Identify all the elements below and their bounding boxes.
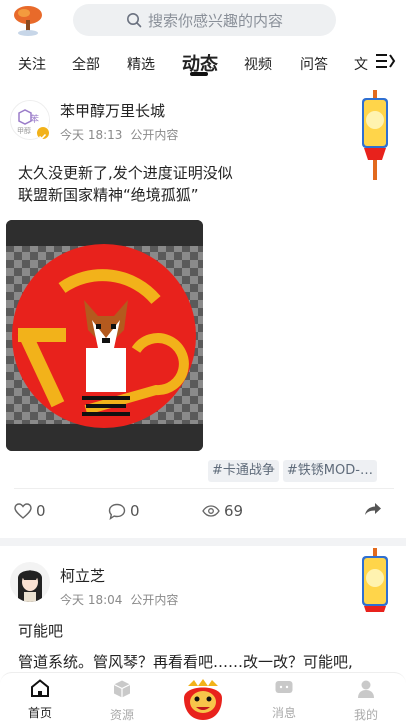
active-tab-indicator bbox=[190, 72, 208, 76]
post-visibility: 公开内容 bbox=[130, 593, 179, 607]
post-actions: 0 0 69 bbox=[0, 502, 406, 528]
tab-following[interactable]: 关注 bbox=[18, 54, 46, 74]
post-image[interactable] bbox=[6, 220, 203, 451]
like-count: 0 bbox=[36, 502, 46, 520]
comment-icon bbox=[108, 503, 126, 520]
search-icon bbox=[126, 13, 142, 28]
nav-profile[interactable]: 我的 bbox=[341, 679, 391, 722]
tab-videos[interactable]: 视频 bbox=[244, 54, 272, 74]
post-tag[interactable]: #卡通战争 bbox=[208, 460, 279, 482]
post-text-line: 可能吧 bbox=[18, 622, 64, 640]
post-username[interactable]: 柯立芝 bbox=[60, 565, 105, 586]
verified-badge-icon bbox=[36, 126, 50, 140]
nav-profile-label: 我的 bbox=[353, 708, 378, 722]
avatar-caption: 甲醇 bbox=[17, 126, 31, 135]
nav-messages[interactable]: 消息 bbox=[259, 679, 309, 721]
search-bar[interactable]: 搜索你感兴趣的内容 bbox=[73, 4, 336, 36]
like-button[interactable]: 0 bbox=[14, 502, 46, 520]
box-icon bbox=[113, 680, 131, 698]
share-button[interactable] bbox=[364, 502, 382, 516]
lantern-decoration-icon bbox=[358, 548, 392, 618]
post-time: 今天 18:04 bbox=[60, 593, 123, 607]
post-separator bbox=[0, 538, 406, 546]
search-placeholder: 搜索你感兴趣的内容 bbox=[147, 11, 283, 30]
svg-text:苯: 苯 bbox=[30, 113, 39, 125]
tab-all[interactable]: 全部 bbox=[72, 54, 100, 74]
nav-resources[interactable]: 资源 bbox=[97, 679, 147, 722]
home-icon bbox=[31, 679, 49, 697]
views-indicator: 69 bbox=[202, 502, 243, 520]
tab-qa[interactable]: 问答 bbox=[300, 54, 328, 74]
tab-menu-icon[interactable] bbox=[374, 50, 396, 72]
share-icon bbox=[365, 503, 381, 515]
tab-featured[interactable]: 精选 bbox=[127, 54, 155, 74]
heart-icon bbox=[14, 503, 32, 519]
post-time: 今天 18:13 bbox=[60, 128, 123, 142]
comment-button[interactable]: 0 bbox=[108, 502, 140, 520]
avatar[interactable] bbox=[10, 562, 50, 602]
comment-count: 0 bbox=[130, 502, 140, 520]
message-icon bbox=[275, 681, 293, 693]
nav-resources-label: 资源 bbox=[109, 708, 134, 722]
divider bbox=[14, 488, 394, 489]
lantern-decoration-icon bbox=[358, 90, 392, 182]
post-tag[interactable]: #铁锈MOD-… bbox=[282, 460, 377, 482]
user-icon bbox=[358, 680, 374, 698]
post-username[interactable]: 苯甲醇万里长城 bbox=[60, 100, 165, 121]
nav-center-mascot-button[interactable] bbox=[178, 676, 228, 722]
app-logo[interactable] bbox=[10, 2, 46, 38]
tab-articles[interactable]: 文 bbox=[354, 54, 368, 74]
nav-home[interactable]: 首页 bbox=[15, 679, 65, 721]
post-tags: #卡通战争 #铁锈MOD-… bbox=[208, 460, 377, 482]
top-bar: 搜索你感兴趣的内容 bbox=[0, 0, 406, 44]
post-text-line: 太久没更新了,发个进度证明没似 bbox=[18, 164, 233, 182]
tab-bar: 关注 全部 精选 动态 视频 问答 文 bbox=[0, 46, 406, 82]
eye-icon bbox=[202, 505, 220, 517]
post-meta: 今天 18:13 公开内容 bbox=[60, 126, 178, 143]
nav-home-label: 首页 bbox=[27, 706, 52, 720]
nav-messages-label: 消息 bbox=[271, 706, 296, 720]
post-meta: 今天 18:04 公开内容 bbox=[60, 591, 178, 608]
post-text-line: 联盟新国家精神“绝境孤狐” bbox=[18, 186, 199, 204]
lion-mascot-icon bbox=[184, 679, 222, 720]
post-visibility: 公开内容 bbox=[130, 128, 179, 142]
post-text-line: 管道系统。管风琴？再看看吧……改一改？可能吧, bbox=[18, 653, 353, 671]
view-count: 69 bbox=[224, 502, 244, 520]
